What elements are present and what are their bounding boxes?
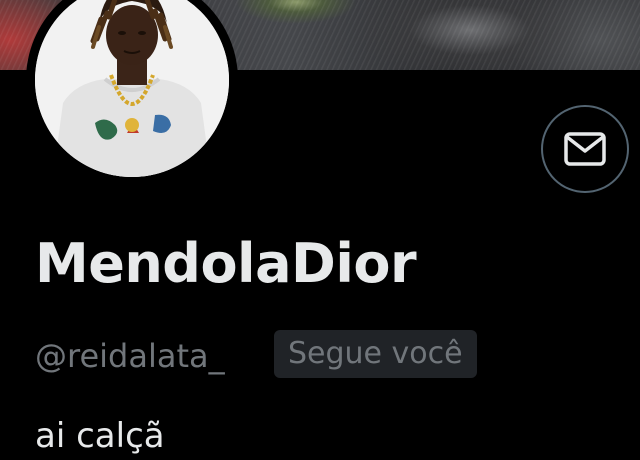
profile-display-name: MendolaDior <box>35 232 417 295</box>
profile-bio: ai calçã <box>35 416 165 456</box>
follows-you-badge: Segue você <box>274 330 477 378</box>
profile-handle: @reidalata_ <box>35 337 225 375</box>
envelope-icon <box>564 132 606 166</box>
message-button[interactable] <box>541 105 629 193</box>
